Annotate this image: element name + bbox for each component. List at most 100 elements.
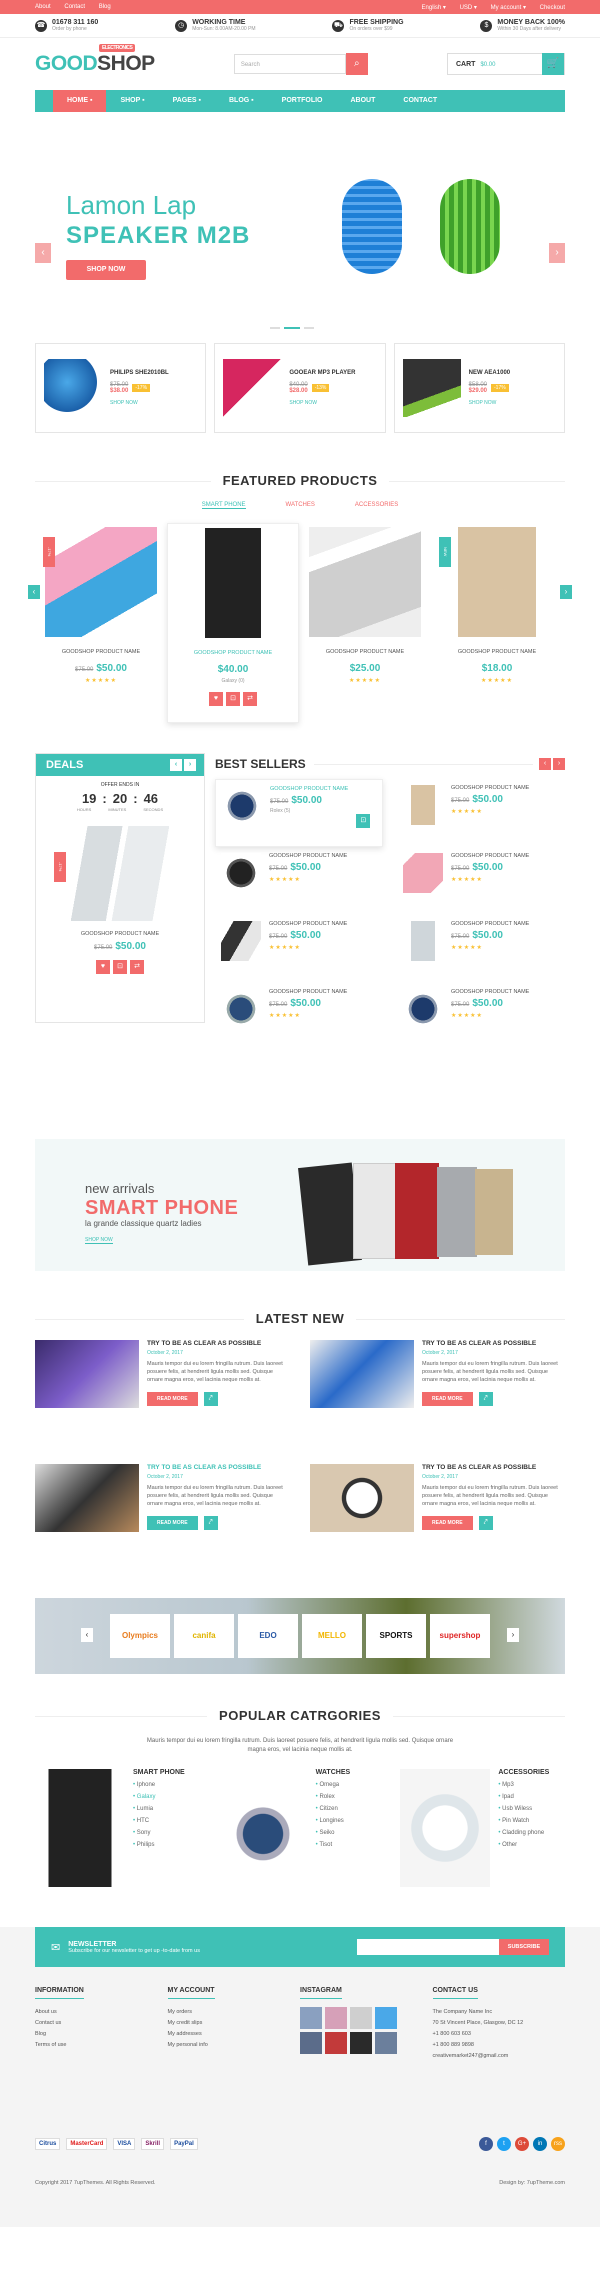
compare-icon[interactable]: ⇄ — [130, 960, 144, 974]
nav-portfolio[interactable]: PORTFOLIO — [268, 90, 337, 112]
category-link[interactable]: Cladding phone — [498, 1827, 549, 1839]
brand-logo[interactable]: EDO — [238, 1614, 298, 1658]
twitter-icon[interactable]: t — [497, 2137, 511, 2151]
footer-link[interactable]: My addresses — [168, 2029, 301, 2040]
category-image[interactable] — [217, 1769, 308, 1887]
brand-logo[interactable]: Olympics — [110, 1614, 170, 1658]
news-title[interactable]: TRY TO BE AS CLEAR AS POSSIBLE — [147, 1340, 290, 1347]
nav-blog[interactable]: BLOG ▪ — [215, 90, 268, 112]
promo-shop-now-link[interactable]: SHOP NOW — [289, 400, 355, 406]
footer-link[interactable]: My personal info — [168, 2040, 301, 2051]
best-item[interactable]: GOODSHOP PRODUCT NAME $75.00 $50.00 ★★★★★ — [215, 983, 383, 1051]
category-link[interactable]: Pin Watch — [498, 1815, 549, 1827]
brands-prev-button[interactable]: ‹ — [81, 1628, 93, 1642]
hero-prev-button[interactable]: ‹ — [35, 243, 51, 263]
share-icon[interactable]: ⤤ — [203, 1392, 218, 1406]
cart-icon[interactable]: 🛒 — [542, 53, 564, 75]
category-link[interactable]: Lumia — [133, 1803, 185, 1815]
category-image[interactable] — [35, 1769, 125, 1887]
compare-icon[interactable]: ⇄ — [243, 692, 257, 706]
top-link-about[interactable]: About — [35, 4, 51, 10]
nav-shop[interactable]: SHOP ▪ — [106, 90, 158, 112]
best-prev-button[interactable]: ‹ — [539, 758, 551, 770]
tab-accessories[interactable]: ACCESSORIES — [355, 502, 398, 509]
category-link[interactable]: Philips — [133, 1839, 185, 1851]
subscribe-button[interactable]: SUBSCRIBE — [499, 1939, 549, 1955]
cart-add-icon[interactable]: ⊡ — [226, 692, 240, 706]
tab-watches[interactable]: WATCHES — [286, 502, 315, 509]
best-item[interactable]: GOODSHOP PRODUCT NAME $75.00 $50.00 ★★★★★ — [397, 847, 565, 915]
promo-shop-now-link[interactable]: SHOP NOW — [469, 400, 510, 406]
footer-link[interactable]: Contact us — [35, 2018, 168, 2029]
category-link[interactable]: Seiko — [316, 1827, 350, 1839]
category-link[interactable]: Longines — [316, 1815, 350, 1827]
cart-add-icon[interactable]: ⊡ — [356, 814, 371, 828]
my-account-menu[interactable]: My account ▾ — [491, 5, 526, 11]
best-item[interactable]: GOODSHOP PRODUCT NAME $75.00 $50.00 ★★★★★ — [397, 915, 565, 983]
instagram-thumb[interactable] — [375, 2032, 397, 2054]
wishlist-icon[interactable]: ♥ — [96, 960, 110, 974]
product-name[interactable]: GOODSHOP PRODUCT NAME — [172, 650, 294, 656]
promo-shop-now-link[interactable]: SHOP NOW — [110, 400, 169, 406]
promo-card[interactable]: NEW AEA1000 $58.00 $29.00 -17% SHOP NOW — [393, 343, 565, 433]
instagram-thumb[interactable] — [325, 2032, 347, 2054]
featured-next-button[interactable]: › — [560, 585, 572, 599]
best-item-hover[interactable]: GOODSHOP PRODUCT NAME $75.00 $50.00 Rolex (… — [215, 779, 383, 847]
best-item[interactable]: GOODSHOP PRODUCT NAME $75.00 $50.00 ★★★★★ — [215, 847, 383, 915]
footer-link[interactable]: My credit slips — [168, 2018, 301, 2029]
category-link[interactable]: Galaxy — [133, 1791, 185, 1803]
linkedin-icon[interactable]: in — [533, 2137, 547, 2151]
newsletter-email-input[interactable] — [357, 1939, 499, 1955]
cart-box[interactable]: CART $0.00 🛒 — [447, 53, 565, 75]
category-link[interactable]: Omega — [316, 1779, 350, 1791]
search-button[interactable]: ⌕ — [345, 53, 368, 75]
brands-next-button[interactable]: › — [507, 1628, 519, 1642]
nav-contact[interactable]: CONTACT — [389, 90, 451, 112]
footer-link[interactable]: Blog — [35, 2029, 168, 2040]
dot[interactable] — [304, 327, 314, 329]
product-card-hover[interactable]: GOODSHOP PRODUCT NAME $40.00 Galaxy (0) … — [167, 523, 299, 723]
google-plus-icon[interactable]: G+ — [515, 2137, 529, 2151]
top-link-blog[interactable]: Blog — [99, 4, 111, 10]
best-item[interactable]: GOODSHOP PRODUCT NAME $75.00 $50.00 ★★★★★ — [397, 779, 565, 847]
news-title[interactable]: TRY TO BE AS CLEAR AS POSSIBLE — [422, 1340, 565, 1347]
news-title[interactable]: TRY TO BE AS CLEAR AS POSSIBLE — [422, 1464, 565, 1471]
news-title[interactable]: TRY TO BE AS CLEAR AS POSSIBLE — [147, 1464, 290, 1471]
new-arrivals-banner[interactable]: new arrivals SMART PHONE la grande class… — [35, 1139, 565, 1271]
dot-active[interactable] — [284, 327, 300, 329]
news-item[interactable]: TRY TO BE AS CLEAR AS POSSIBLE October 2,… — [310, 1464, 565, 1574]
cart-add-icon[interactable]: ⊡ — [113, 960, 127, 974]
read-more-button[interactable]: READ MORE — [147, 1516, 198, 1530]
read-more-button[interactable]: READ MORE — [422, 1516, 473, 1530]
category-link[interactable]: Usb Wiless — [498, 1803, 549, 1815]
nav-about[interactable]: ABOUT — [337, 90, 390, 112]
product-name[interactable]: GOODSHOP PRODUCT NAME — [270, 786, 348, 792]
instagram-thumb[interactable] — [300, 2007, 322, 2029]
instagram-thumb[interactable] — [350, 2032, 372, 2054]
best-item[interactable]: GOODSHOP PRODUCT NAME $75.00 $50.00 ★★★★★ — [397, 983, 565, 1051]
category-link[interactable]: Sony — [133, 1827, 185, 1839]
facebook-icon[interactable]: f — [479, 2137, 493, 2151]
category-link[interactable]: Ipad — [498, 1791, 549, 1803]
category-title[interactable]: WATCHES — [316, 1769, 350, 1776]
designer-credit[interactable]: Design by: 7upTheme.com — [499, 2180, 565, 2186]
checkout-link[interactable]: Checkout — [540, 5, 565, 11]
wishlist-icon[interactable]: ♥ — [209, 692, 223, 706]
product-card[interactable]: -17% GOODSHOP PRODUCT NAME $75.00 $50.00 … — [35, 523, 167, 713]
category-link[interactable]: Mp3 — [498, 1779, 549, 1791]
product-card[interactable]: GOODSHOP PRODUCT NAME $25.00 ★★★★★ — [299, 523, 431, 713]
promo-card[interactable]: GOOEAR MP3 PLAYER $40.00 $28.00 -13% SHOP NO… — [214, 343, 386, 433]
category-link[interactable]: Rolex — [316, 1791, 350, 1803]
category-link[interactable]: HTC — [133, 1815, 185, 1827]
category-image[interactable] — [400, 1769, 491, 1887]
language-select[interactable]: English ▾ — [422, 5, 446, 11]
instagram-thumb[interactable] — [300, 2032, 322, 2054]
footer-link[interactable]: Terms of use — [35, 2040, 168, 2051]
best-next-button[interactable]: › — [553, 758, 565, 770]
dot[interactable] — [270, 327, 280, 329]
read-more-button[interactable]: READ MORE — [147, 1392, 198, 1406]
nav-pages[interactable]: PAGES ▪ — [159, 90, 215, 112]
share-icon[interactable]: ⤤ — [478, 1516, 493, 1530]
hero-shop-now-button[interactable]: SHOP NOW — [66, 260, 146, 280]
read-more-button[interactable]: READ MORE — [422, 1392, 473, 1406]
